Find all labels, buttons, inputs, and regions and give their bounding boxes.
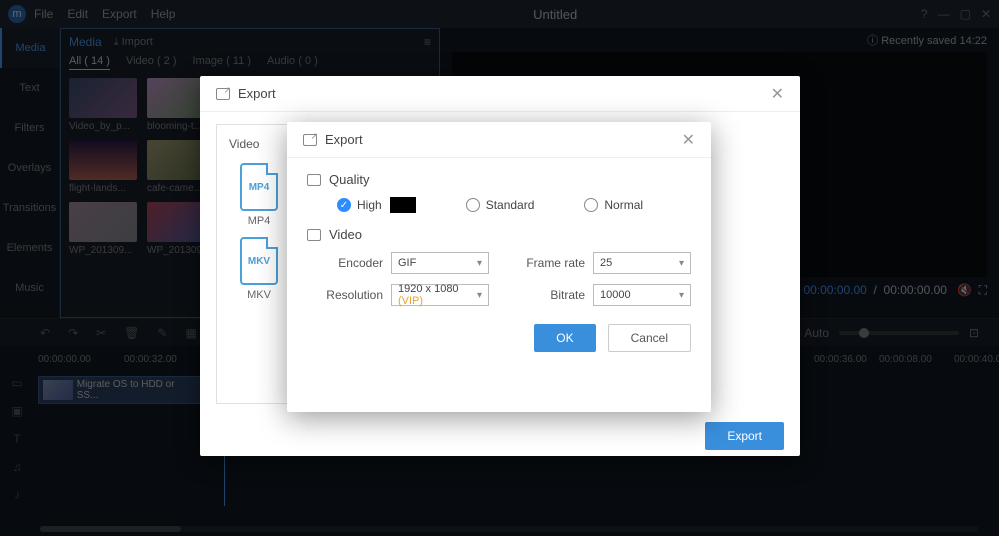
radio-checked-icon: [337, 198, 351, 212]
format-mp4[interactable]: MP4 MP4: [229, 163, 289, 227]
quality-high[interactable]: High: [337, 197, 416, 213]
chevron-down-icon: ▾: [679, 290, 684, 301]
quality-standard[interactable]: Standard: [466, 198, 535, 212]
quality-icon: [307, 174, 321, 186]
export-icon: [216, 88, 230, 100]
settings-close-icon[interactable]: ✕: [682, 130, 695, 150]
cancel-button[interactable]: Cancel: [608, 324, 691, 352]
framerate-label: Frame rate: [526, 256, 585, 270]
settings-title: Export: [325, 132, 363, 147]
radio-icon: [584, 198, 598, 212]
ok-button[interactable]: OK: [534, 324, 595, 352]
export-settings-dialog: Export ✕ Quality High Standard Normal Vi…: [287, 122, 711, 412]
redaction-box: [390, 197, 416, 213]
chevron-down-icon: ▾: [679, 258, 684, 269]
encoder-select[interactable]: GIF▾: [391, 252, 489, 274]
framerate-select[interactable]: 25▾: [593, 252, 691, 274]
quality-normal[interactable]: Normal: [584, 198, 643, 212]
video-icon: [307, 229, 321, 241]
dialog-close-icon[interactable]: ✕: [771, 84, 784, 104]
radio-icon: [466, 198, 480, 212]
encoder-label: Encoder: [338, 256, 383, 270]
resolution-label: Resolution: [326, 288, 383, 302]
format-mkv[interactable]: MKV MKV: [229, 237, 289, 301]
video-heading: Video: [329, 227, 362, 242]
chevron-down-icon: ▾: [477, 290, 482, 301]
bitrate-select[interactable]: 10000▾: [593, 284, 691, 306]
bitrate-label: Bitrate: [550, 288, 585, 302]
export-icon: [303, 134, 317, 146]
dialog-title: Export: [238, 86, 276, 101]
chevron-down-icon: ▾: [477, 258, 482, 269]
quality-heading: Quality: [329, 172, 369, 187]
resolution-select[interactable]: 1920 x 1080 (VIP)▾: [391, 284, 489, 306]
export-button[interactable]: Export: [705, 422, 784, 450]
